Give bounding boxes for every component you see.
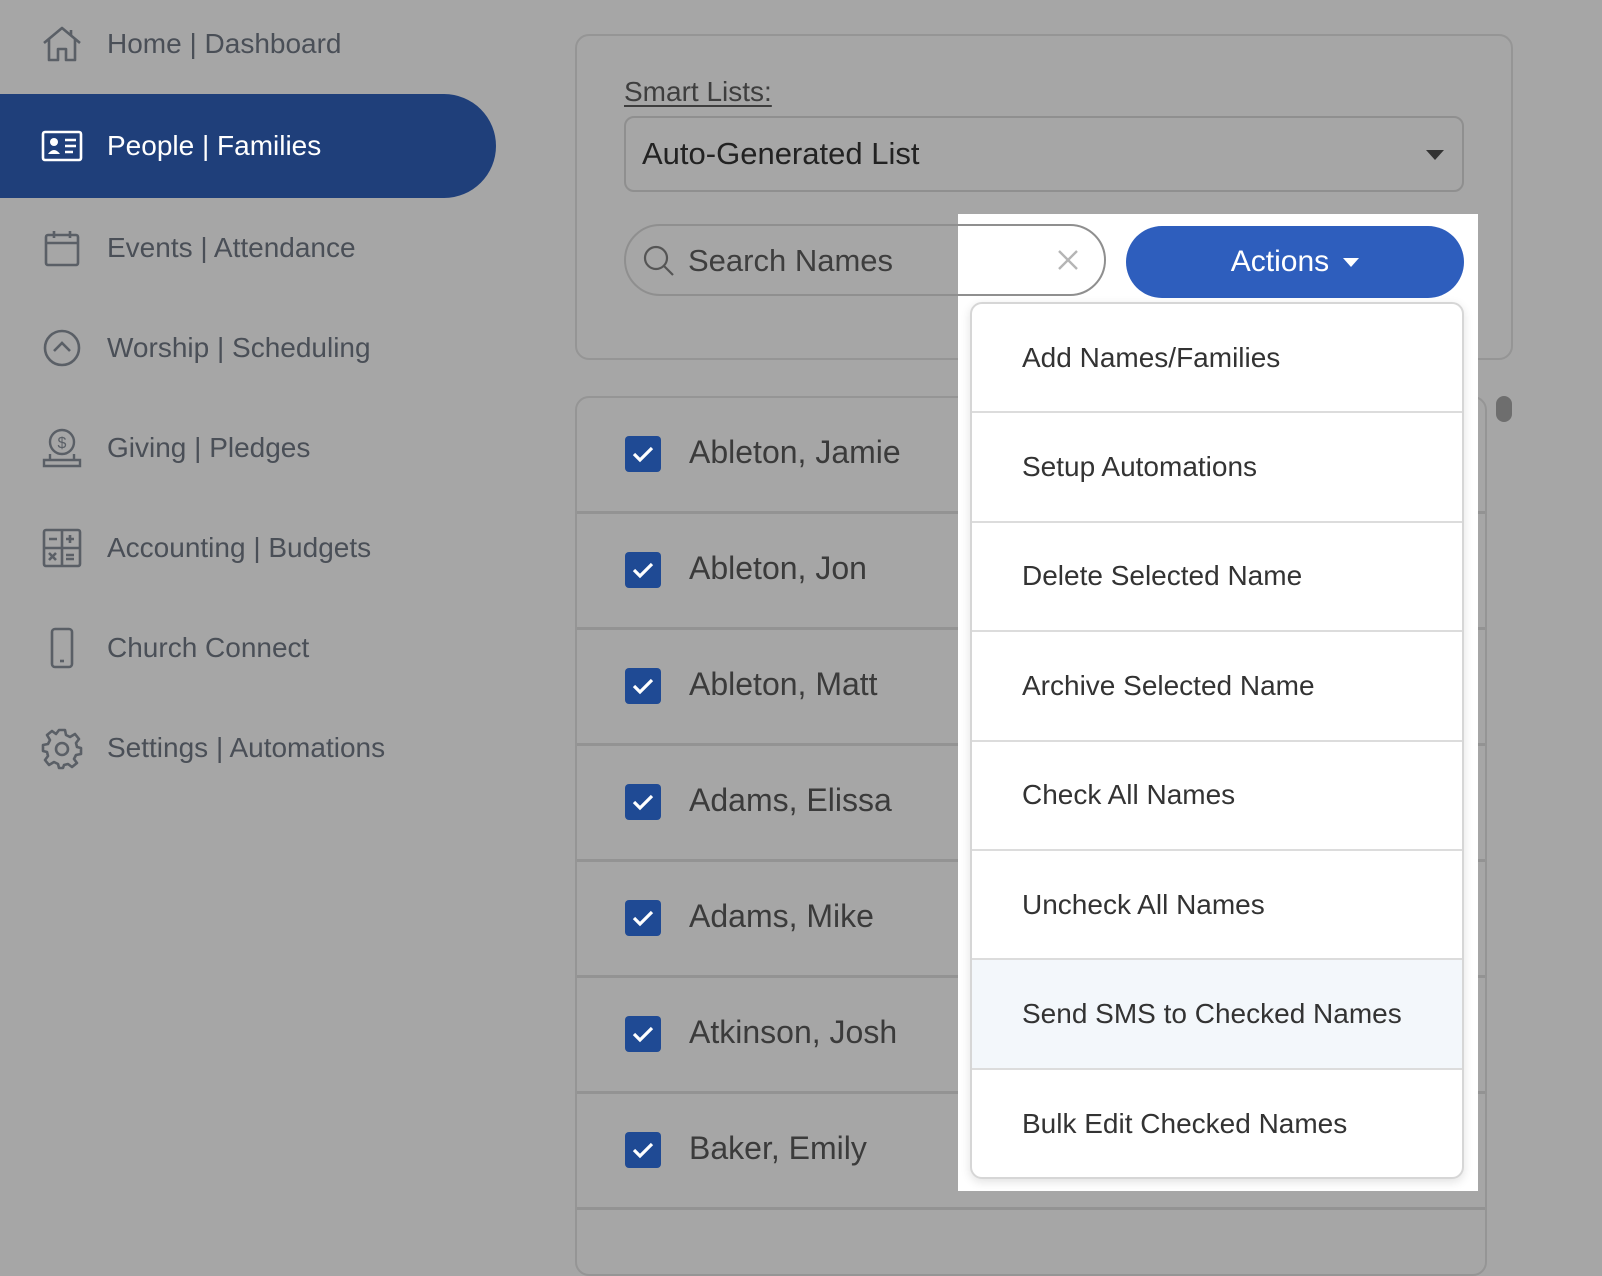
- sidebar-item-label: Events | Attendance: [107, 232, 356, 263]
- sidebar-item-label: Worship | Scheduling: [107, 332, 371, 363]
- sidebar-item-accounting[interactable]: Accounting | Budgets: [0, 496, 496, 600]
- smart-list-select[interactable]: Auto-Generated List: [624, 116, 1464, 192]
- caret-down-icon: [1426, 150, 1444, 160]
- row-checkbox[interactable]: [625, 552, 661, 588]
- sidebar-item-label: Church Connect: [107, 632, 310, 663]
- sidebar-item-label: Accounting | Budgets: [107, 532, 372, 563]
- sidebar-item-label: Settings | Automations: [107, 732, 386, 763]
- menu-item-add-names[interactable]: Add Names/Families: [972, 304, 1462, 414]
- row-name: Atkinson, Josh: [689, 1014, 898, 1050]
- home-icon: [40, 22, 84, 66]
- menu-item-archive-selected[interactable]: Archive Selected Name: [972, 632, 1462, 742]
- row-name: Adams, Mike: [689, 898, 874, 934]
- search-input[interactable]: [686, 234, 990, 288]
- table-row[interactable]: [577, 1210, 1485, 1274]
- row-name: Adams, Elissa: [689, 782, 892, 818]
- menu-item-delete-selected[interactable]: Delete Selected Name: [972, 523, 1462, 633]
- close-icon[interactable]: [1052, 244, 1084, 276]
- sidebar-item-label: Home | Dashboard: [107, 28, 342, 59]
- sidebar-item-home[interactable]: Home | Dashboard: [0, 0, 496, 96]
- row-name: Baker, Emily: [689, 1130, 867, 1166]
- actions-button[interactable]: Actions: [1126, 226, 1464, 298]
- donation-icon: $: [40, 426, 84, 470]
- menu-item-setup-automations[interactable]: Setup Automations: [972, 413, 1462, 523]
- row-checkbox[interactable]: [625, 900, 661, 936]
- search-icon: [643, 245, 674, 276]
- calendar-icon: [40, 226, 84, 270]
- svg-text:$: $: [58, 435, 67, 452]
- row-name: Ableton, Jon: [689, 550, 867, 586]
- row-checkbox[interactable]: [625, 784, 661, 820]
- actions-button-label: Actions: [1230, 245, 1330, 278]
- smart-lists-label: Smart Lists:: [624, 76, 772, 107]
- menu-item-bulk-edit[interactable]: Bulk Edit Checked Names: [972, 1070, 1462, 1177]
- sidebar-item-label: People | Families: [107, 130, 322, 161]
- sidebar-item-events[interactable]: Events | Attendance: [0, 196, 496, 300]
- scrollbar-thumb[interactable]: [1496, 396, 1512, 422]
- row-checkbox[interactable]: [625, 1132, 661, 1168]
- menu-item-check-all[interactable]: Check All Names: [972, 742, 1462, 851]
- sidebar-item-giving[interactable]: $ Giving | Pledges: [0, 396, 496, 500]
- sidebar-item-church-connect[interactable]: Church Connect: [0, 596, 496, 700]
- gear-icon: [40, 726, 84, 770]
- row-name: Ableton, Jamie: [689, 434, 901, 470]
- row-checkbox[interactable]: [625, 436, 661, 472]
- row-checkbox[interactable]: [625, 1016, 661, 1052]
- menu-item-uncheck-all[interactable]: Uncheck All Names: [972, 851, 1462, 961]
- mobile-phone-icon: [40, 626, 84, 670]
- calculator-icon: [40, 526, 84, 570]
- menu-item-send-sms[interactable]: Send SMS to Checked Names: [972, 960, 1462, 1070]
- search-field[interactable]: [624, 224, 1106, 296]
- caret-down-icon: [1343, 257, 1360, 267]
- sidebar-item-label: Giving | Pledges: [107, 432, 311, 463]
- sidebar-item-worship[interactable]: Worship | Scheduling: [0, 296, 496, 400]
- chevron-up-circle-icon: [40, 326, 84, 370]
- row-name: Ableton, Matt: [689, 666, 878, 702]
- contact-card-icon: [40, 124, 84, 168]
- smart-list-value: Auto-Generated List: [642, 136, 920, 171]
- row-checkbox[interactable]: [625, 668, 661, 704]
- sidebar-item-settings[interactable]: Settings | Automations: [0, 696, 496, 800]
- actions-menu: Add Names/Families Setup Automations Del…: [970, 302, 1464, 1179]
- sidebar-item-people[interactable]: People | Families: [0, 94, 496, 198]
